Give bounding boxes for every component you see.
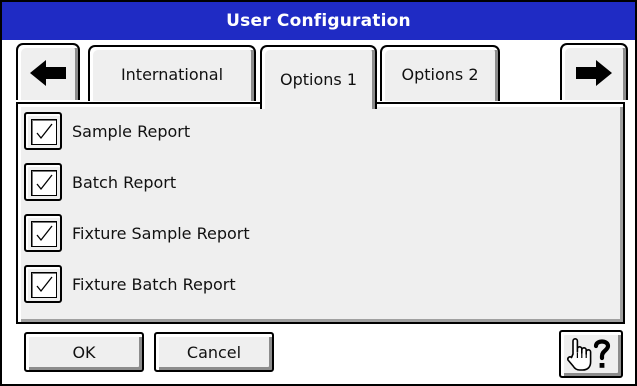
user-configuration-dialog: User Configuration International Options… (0, 0, 637, 386)
batch-report-checkbox[interactable] (24, 163, 62, 201)
sample-report-label: Sample Report (72, 121, 191, 141)
checkmark-icon (36, 174, 53, 191)
checkbox-well (31, 272, 57, 298)
hand-pointer-question-icon (567, 338, 611, 371)
cancel-button[interactable]: Cancel (154, 332, 274, 372)
checkmark-icon (36, 276, 53, 293)
sample-report-checkbox[interactable] (24, 112, 62, 150)
option-row-sample-report: Sample Report (24, 108, 190, 154)
arrow-left-icon (30, 59, 66, 86)
dialog-button-bar: OK Cancel (2, 322, 635, 384)
dialog-title: User Configuration (2, 2, 635, 40)
option-row-batch-report: Batch Report (24, 159, 176, 205)
tab-options-1[interactable]: Options 1 (260, 45, 377, 109)
tab-international[interactable]: International (88, 45, 256, 101)
ok-button[interactable]: OK (24, 332, 144, 372)
options-1-panel: Sample Report Batch Report Fixture Sampl… (16, 102, 625, 324)
cancel-button-label: Cancel (186, 342, 242, 362)
checkbox-well (31, 119, 57, 145)
option-row-fixture-batch-report: Fixture Batch Report (24, 261, 236, 307)
ok-button-label: OK (72, 342, 96, 362)
checkbox-well (31, 221, 57, 247)
tab-options-1-label: Options 1 (280, 69, 357, 89)
tab-international-label: International (120, 64, 224, 84)
arrow-right-icon (576, 59, 612, 86)
checkmark-icon (36, 225, 53, 242)
option-row-fixture-sample-report: Fixture Sample Report (24, 210, 250, 256)
batch-report-label: Batch Report (72, 172, 177, 192)
previous-tab-button[interactable] (16, 43, 80, 100)
next-tab-button[interactable] (560, 43, 628, 100)
tab-strip: International Options 1 Options 2 (2, 40, 635, 109)
tab-options-2[interactable]: Options 2 (380, 45, 500, 101)
tab-options-2-label: Options 2 (401, 64, 479, 84)
fixture-batch-report-checkbox[interactable] (24, 265, 62, 303)
checkbox-well (31, 170, 57, 196)
fixture-sample-report-checkbox[interactable] (24, 214, 62, 252)
checkmark-icon (36, 123, 53, 140)
fixture-batch-report-label: Fixture Batch Report (72, 274, 236, 294)
fixture-sample-report-label: Fixture Sample Report (72, 223, 250, 243)
help-button[interactable] (559, 330, 623, 378)
